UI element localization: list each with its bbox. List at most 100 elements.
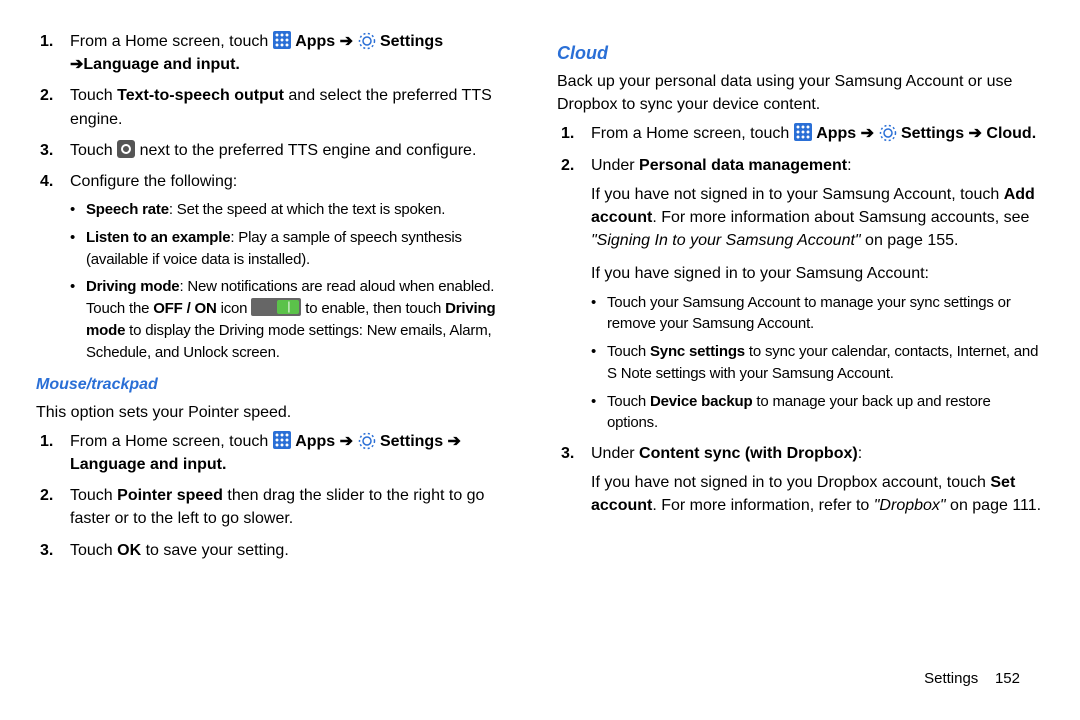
text: If you have not signed in to your Samsun… (591, 186, 1004, 203)
cloud-steps: 1. From a Home screen, touch Apps ➔ Sett… (557, 122, 1044, 517)
arrow-icon: ➔ (861, 125, 874, 142)
apps-label: Apps (295, 433, 339, 450)
paragraph: If you have not signed in to you Dropbox… (591, 471, 1044, 517)
step-number: 1. (561, 122, 574, 145)
paragraph: If you have signed in to your Samsung Ac… (591, 262, 1044, 285)
text: : (847, 157, 851, 174)
toggle-switch-icon (251, 298, 301, 316)
arrow-icon: ➔ (340, 33, 353, 50)
destination: Language and input. (83, 56, 239, 73)
step-number: 2. (40, 484, 53, 507)
reference-italic: "Signing In to your Samsung Account" (591, 232, 861, 249)
step-3: 3. Under Content sync (with Dropbox): If… (557, 442, 1044, 518)
destination: Language and input. (70, 456, 226, 473)
mouse-trackpad-heading: Mouse/trackpad (36, 373, 523, 396)
text: to save your setting. (141, 542, 289, 559)
text: : Set the speed at which the text is spo… (169, 201, 445, 218)
arrow-icon: ➔ (448, 433, 461, 450)
bold: Personal data management (639, 157, 847, 174)
apps-label: Apps (295, 33, 339, 50)
apps-label: Apps (816, 125, 860, 142)
settings-label: Settings (901, 125, 969, 142)
bullet-listen-example: Listen to an example: Play a sample of s… (70, 227, 523, 271)
text: to display the Driving mode settings: Ne… (86, 322, 491, 361)
text: to enable, then touch (301, 300, 445, 317)
bold: Speech rate (86, 201, 169, 218)
bold: Sync settings (650, 343, 745, 360)
step-1: 1. From a Home screen, touch Apps ➔ Sett… (557, 122, 1044, 145)
step-number: 3. (40, 139, 53, 162)
text: If you have not signed in to you Dropbox… (591, 474, 990, 491)
apps-icon (794, 123, 812, 141)
paragraph: If you have not signed in to your Samsun… (591, 183, 1044, 253)
text: next to the preferred TTS engine and con… (135, 142, 476, 159)
arrow-icon: ➔ (340, 433, 353, 450)
settings-label: Settings (380, 33, 443, 50)
bold: Device backup (650, 393, 752, 410)
apps-icon (273, 31, 291, 49)
off-on-label: OFF / ON (153, 300, 216, 317)
tts-steps: 1. From a Home screen, touch Apps ➔ Sett… (36, 30, 523, 363)
text: . For more information, refer to (652, 497, 873, 514)
step-3: 3. Touch OK to save your setting. (36, 539, 523, 562)
text: Touch (70, 487, 117, 504)
text: Under (591, 157, 639, 174)
text: From a Home screen, touch (70, 433, 273, 450)
arrow-icon: ➔ (70, 56, 83, 73)
step-number: 3. (561, 442, 574, 465)
step-2: 2. Touch Pointer speed then drag the sli… (36, 484, 523, 530)
bullet-speech-rate: Speech rate: Set the speed at which the … (70, 199, 523, 221)
text: Touch (607, 393, 650, 410)
text: on page 111. (946, 497, 1042, 514)
destination: Cloud. (982, 125, 1036, 142)
text: Touch your Samsung Account to manage you… (607, 294, 1011, 333)
step-number: 1. (40, 30, 53, 53)
bullet: Touch Sync settings to sync your calenda… (591, 341, 1044, 385)
step-number: 2. (561, 154, 574, 177)
step-number: 3. (40, 539, 53, 562)
step-number: 2. (40, 84, 53, 107)
step-1: 1. From a Home screen, touch Apps ➔ Sett… (36, 30, 523, 76)
bold: Text-to-speech output (117, 87, 284, 104)
footer-section: Settings (924, 670, 978, 687)
mouse-steps: 1. From a Home screen, touch Apps ➔ Sett… (36, 430, 523, 562)
page-footer: Settings 152 (924, 668, 1020, 690)
mouse-intro: This option sets your Pointer speed. (36, 401, 523, 424)
step-1: 1. From a Home screen, touch Apps ➔ Sett… (36, 430, 523, 476)
text: Touch (607, 343, 650, 360)
bullet: Touch your Samsung Account to manage you… (591, 292, 1044, 336)
text: Under (591, 445, 639, 462)
bold: Pointer speed (117, 487, 223, 504)
left-column: 1. From a Home screen, touch Apps ➔ Sett… (36, 30, 523, 570)
step-2: 2. Under Personal data management: If yo… (557, 154, 1044, 434)
cloud-intro: Back up your personal data using your Sa… (557, 70, 1044, 116)
settings-label: Settings (380, 433, 448, 450)
gear-icon (358, 32, 376, 50)
signed-in-bullets: Touch your Samsung Account to manage you… (591, 292, 1044, 435)
text: icon (217, 300, 252, 317)
text: Touch (70, 142, 117, 159)
gear-icon (358, 432, 376, 450)
right-column: Cloud Back up your personal data using y… (557, 30, 1044, 570)
step-number: 4. (40, 170, 53, 193)
text: From a Home screen, touch (70, 33, 273, 50)
footer-page-number: 152 (995, 670, 1020, 687)
bold: OK (117, 542, 141, 559)
reference-italic: "Dropbox" (874, 497, 946, 514)
bold: Driving mode (86, 278, 179, 295)
text: From a Home screen, touch (591, 125, 794, 142)
bullet-driving-mode: Driving mode: New notifications are read… (70, 276, 523, 363)
step-number: 1. (40, 430, 53, 453)
bold: Content sync (with Dropbox) (639, 445, 858, 462)
gear-icon (879, 124, 897, 142)
step-3: 3. Touch next to the preferred TTS engin… (36, 139, 523, 162)
config-bullets: Speech rate: Set the speed at which the … (70, 199, 523, 363)
step-4: 4. Configure the following: Speech rate:… (36, 170, 523, 363)
apps-icon (273, 431, 291, 449)
text: Touch (70, 542, 117, 559)
cloud-heading: Cloud (557, 40, 1044, 66)
text: Touch (70, 87, 117, 104)
configure-icon (117, 140, 135, 158)
text: Configure the following: (70, 173, 237, 190)
text: on page 155. (861, 232, 959, 249)
